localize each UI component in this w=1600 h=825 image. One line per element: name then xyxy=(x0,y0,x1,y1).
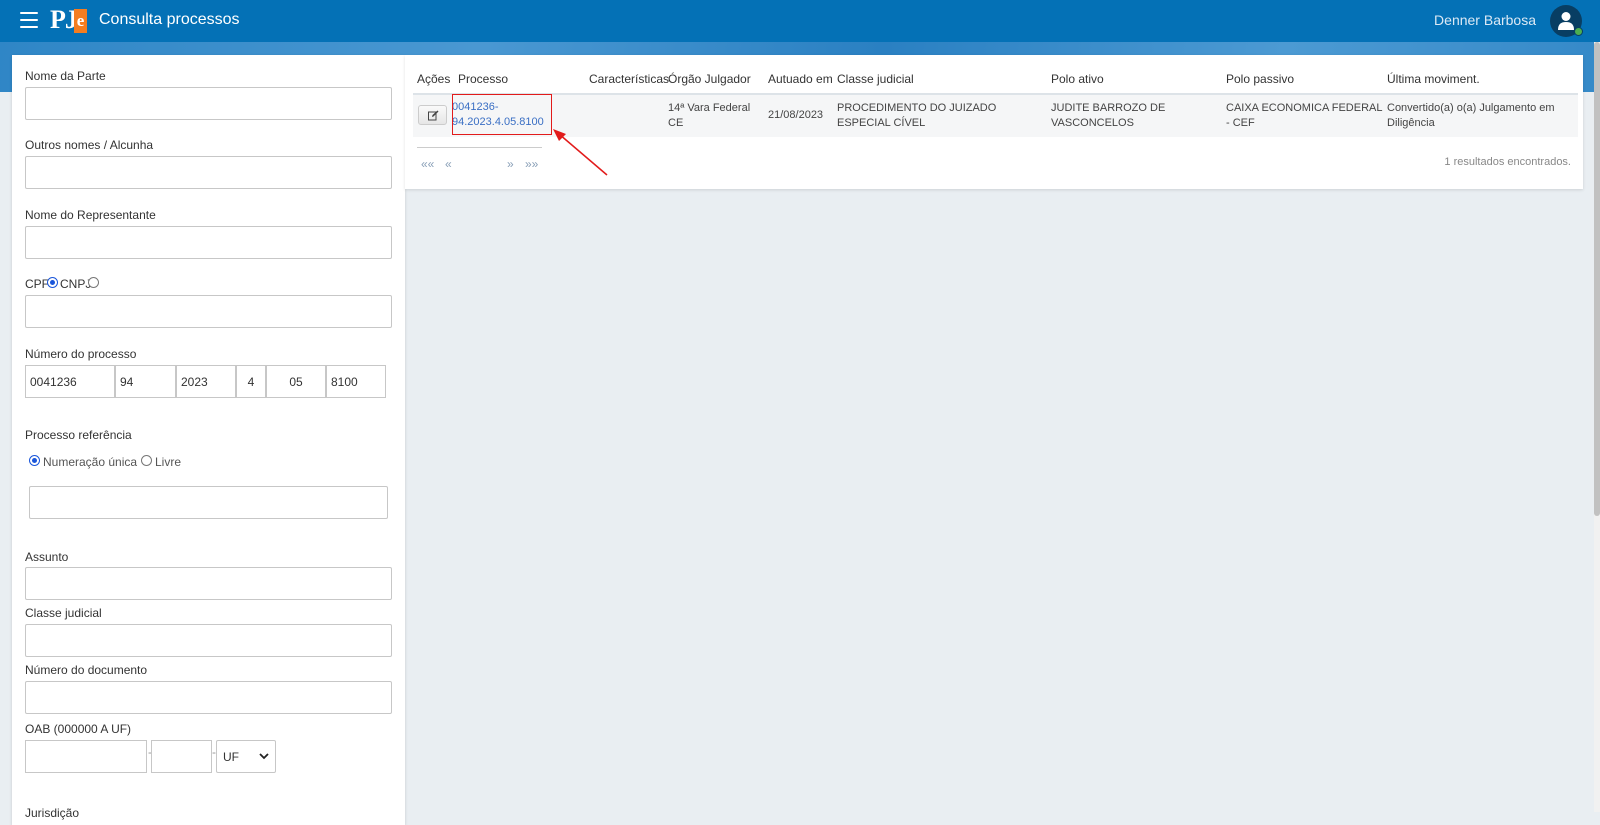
cpf-radio[interactable] xyxy=(47,277,58,288)
cnpj-radio[interactable] xyxy=(88,277,99,288)
numero-digito-input[interactable] xyxy=(115,365,176,398)
edit-icon xyxy=(428,110,439,121)
search-filter-panel: Nome da Parte Outros nomes / Alcunha Nom… xyxy=(12,55,405,825)
assunto-label: Assunto xyxy=(25,550,69,564)
oab-number-input[interactable] xyxy=(25,740,147,773)
oab-letter-input[interactable] xyxy=(151,740,212,773)
numero-segmento-input[interactable] xyxy=(236,365,266,398)
ref-unica-radio[interactable] xyxy=(29,455,40,466)
pje-logo[interactable]: PJ e xyxy=(50,5,88,37)
user-icon xyxy=(1558,12,1574,30)
orgao-julgador-cell: 14ª Vara Federal CE xyxy=(668,102,751,129)
ultima-movimentacao-cell: Convertido(a) o(a) Julgamento em Diligênc… xyxy=(1387,102,1555,129)
header-polo-ativo[interactable]: Polo ativo xyxy=(1051,72,1104,86)
edit-button[interactable] xyxy=(418,105,447,125)
classe-judicial-input[interactable] xyxy=(25,624,392,657)
user-name[interactable]: Denner Barbosa xyxy=(1434,12,1536,28)
avatar[interactable] xyxy=(1550,5,1583,37)
cpf-cnpj-input[interactable] xyxy=(25,295,392,328)
page-scrollbar[interactable] xyxy=(1594,42,1600,812)
header-caracteristicas: Características xyxy=(589,72,670,86)
numero-origem-input[interactable] xyxy=(326,365,386,398)
processo-referencia-input[interactable] xyxy=(29,486,388,519)
chevron-down-icon xyxy=(259,753,269,760)
pager-last-button[interactable]: »» xyxy=(525,157,538,171)
polo-ativo-cell: JUDITE BARROZO DE VASCONCELOS xyxy=(1051,102,1166,129)
header-polo-passivo[interactable]: Polo passivo xyxy=(1226,72,1294,86)
polo-passivo-cell: CAIXA ECONOMICA FEDERAL - CEF xyxy=(1226,102,1383,129)
numero-processo-label: Número do processo xyxy=(25,347,137,361)
nome-parte-input[interactable] xyxy=(25,87,392,120)
header-acoes: Ações xyxy=(417,72,451,86)
numero-documento-input[interactable] xyxy=(25,681,392,714)
classe-judicial-cell: PROCEDIMENTO DO JUIZADO ESPECIAL CÍVEL xyxy=(837,102,997,129)
header-classe-judicial[interactable]: Classe judicial xyxy=(837,72,914,86)
pager-divider xyxy=(417,147,542,148)
oab-uf-select[interactable]: UF xyxy=(216,740,276,773)
header-autuado-em[interactable]: Autuado em xyxy=(768,72,833,86)
representante-label: Nome do Representante xyxy=(25,208,156,222)
ref-unica-label: Numeração única xyxy=(43,455,138,469)
assunto-input[interactable] xyxy=(25,567,392,600)
ref-livre-radio[interactable] xyxy=(141,455,152,466)
online-status-dot xyxy=(1574,27,1583,36)
header-orgao-julgador[interactable]: Órgão Julgador xyxy=(668,72,751,86)
autuado-cell: 21/08/2023 xyxy=(768,109,824,121)
numero-sequencial-input[interactable] xyxy=(25,365,115,398)
outros-nomes-label: Outros nomes / Alcunha xyxy=(25,138,154,152)
numero-tribunal-input[interactable] xyxy=(266,365,326,398)
header-ultima-movimentacao[interactable]: Última moviment. xyxy=(1387,72,1480,86)
pager-next-button[interactable]: » xyxy=(507,157,514,171)
jurisdicao-label: Jurisdição xyxy=(25,806,80,820)
highlight-box xyxy=(452,94,552,135)
menu-icon[interactable] xyxy=(20,12,38,28)
outros-nomes-input[interactable] xyxy=(25,156,392,189)
results-count: 1 resultados encontrados. xyxy=(1444,156,1571,168)
processo-referencia-label: Processo referência xyxy=(25,428,132,442)
pager-first-button[interactable]: «« xyxy=(421,157,434,171)
cnpj-label: CNPJ xyxy=(60,277,92,291)
oab-label: OAB (000000 A UF) xyxy=(25,722,132,736)
numero-documento-label: Número do documento xyxy=(25,663,148,677)
pager-prev-button[interactable]: « xyxy=(445,157,452,171)
header-processo[interactable]: Processo xyxy=(458,72,508,86)
numero-ano-input[interactable] xyxy=(176,365,236,398)
arrow-annotation xyxy=(553,129,608,176)
ref-livre-label: Livre xyxy=(155,455,182,469)
nome-parte-label: Nome da Parte xyxy=(25,69,106,83)
representante-input[interactable] xyxy=(25,226,392,259)
classe-judicial-label: Classe judicial xyxy=(25,606,102,620)
top-bar: PJ e Consulta processos Denner Barbosa xyxy=(0,0,1600,42)
scrollbar-thumb[interactable] xyxy=(1594,42,1600,516)
cpf-label: CPF xyxy=(25,277,49,291)
page-title: Consulta processos xyxy=(99,11,240,28)
